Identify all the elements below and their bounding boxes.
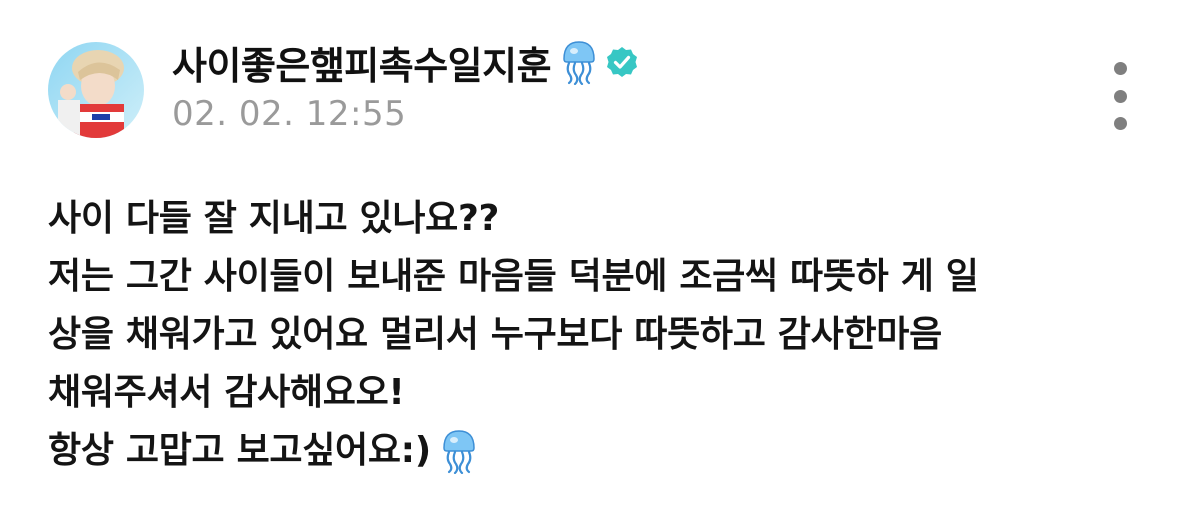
verified-check-icon bbox=[605, 45, 639, 79]
post-body-text: 채워주셔서 감사해요오! bbox=[48, 372, 405, 413]
post-body-text: 저는 그간 사이들이 보내준 마음들 덕분에 조금씩 따뜻하 게 일 bbox=[48, 256, 979, 297]
post-body: 사이 다들 잘 지내고 있나요?? 저는 그간 사이들이 보내준 마음들 덕분에… bbox=[48, 190, 1148, 480]
post-body-line: 저는 그간 사이들이 보내준 마음들 덕분에 조금씩 따뜻하 게 일 bbox=[48, 248, 1148, 306]
post-body-line: 상을 채워가고 있어요 멀리서 누구보다 따뜻하고 감사한마음 bbox=[48, 306, 1148, 364]
post-timestamp: 02. 02. 12:55 bbox=[172, 94, 407, 134]
post-body-text: 항상 고맙고 보고싶어요:) bbox=[48, 430, 431, 471]
post-card: 사이좋은햎피촉수일지훈 02. 02. 12:55 사이 다들 잘 지내고 있나… bbox=[0, 0, 1179, 532]
post-body-text: 사이 다들 잘 지내고 있나요?? bbox=[48, 198, 500, 239]
more-vertical-icon-dot bbox=[1113, 62, 1127, 75]
avatar-photo bbox=[48, 42, 144, 138]
jellyfish-icon bbox=[561, 39, 597, 85]
post-body-line: 채워주셔서 감사해요오! bbox=[48, 364, 1148, 422]
more-options-button[interactable] bbox=[1100, 62, 1140, 130]
post-body-line: 사이 다들 잘 지내고 있나요?? bbox=[48, 190, 1148, 248]
avatar[interactable] bbox=[48, 42, 144, 138]
post-body-line: 항상 고맙고 보고싶어요:) bbox=[48, 422, 1148, 480]
jellyfish-icon bbox=[441, 428, 477, 474]
more-vertical-icon-dot bbox=[1113, 89, 1127, 103]
author-row: 사이좋은햎피촉수일지훈 bbox=[172, 30, 639, 94]
author-name[interactable]: 사이좋은햎피촉수일지훈 bbox=[172, 35, 552, 90]
post-body-text: 상을 채워가고 있어요 멀리서 누구보다 따뜻하고 감사한마음 bbox=[48, 314, 942, 355]
more-vertical-icon-dot bbox=[1113, 117, 1127, 130]
